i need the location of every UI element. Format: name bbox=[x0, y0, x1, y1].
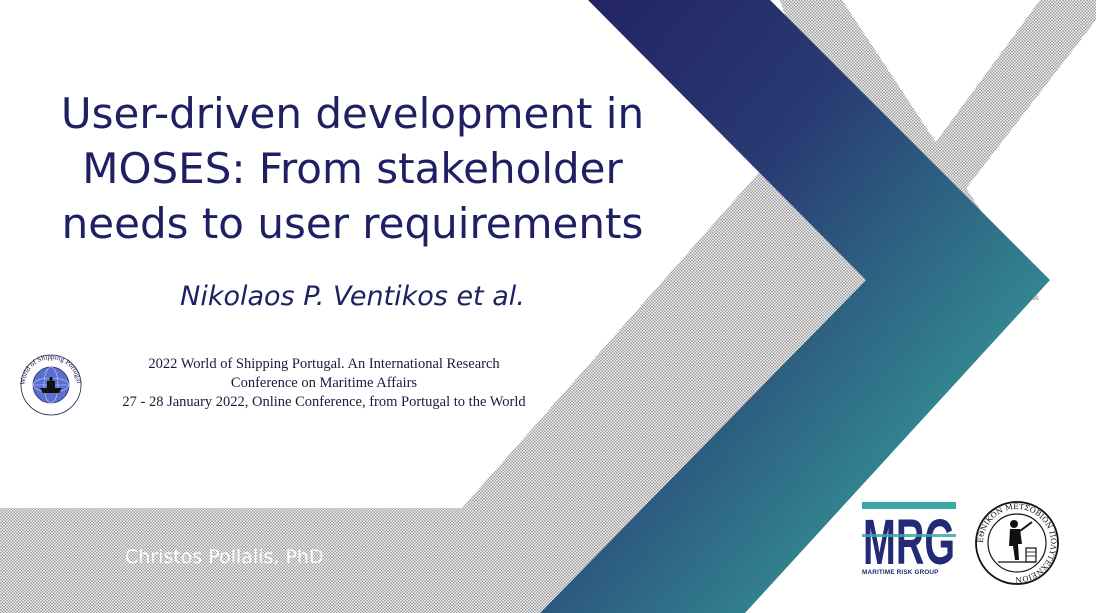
mrg-letters: MRG bbox=[863, 506, 955, 578]
title-line-3: needs to user requirements bbox=[61, 199, 644, 248]
conference-line-3: 27 - 28 January 2022, Online Conference,… bbox=[122, 394, 526, 410]
world-of-shipping-portugal-logo: World of Shipping Portugal bbox=[20, 354, 82, 416]
mrg-caption: MARITIME RISK GROUP bbox=[862, 569, 939, 576]
conference-info: 2022 World of Shipping Portugal. An Inte… bbox=[94, 355, 554, 412]
ntua-seal-logo: ΕΘΝΙΚΟΝ ΜΕΤΣΟΒΙΟΝ ΠΟΛΥΤΕΧΝΕΙΟΝ bbox=[975, 501, 1059, 585]
title-line-1: User-driven development in bbox=[60, 89, 645, 138]
presenter-name: Christos Pollalis, PhD bbox=[125, 546, 324, 568]
conference-line-1: 2022 World of Shipping Portugal. An Inte… bbox=[148, 356, 500, 372]
author-line: Nikolaos P. Ventikos et al. bbox=[180, 281, 525, 312]
slide-title: User-driven development in MOSES: From s… bbox=[0, 86, 705, 251]
conference-line-2: Conference on Maritime Affairs bbox=[230, 375, 418, 391]
title-line-2: MOSES: From stakeholder bbox=[82, 144, 623, 193]
title-slide: User-driven development in MOSES: From s… bbox=[0, 0, 1096, 613]
